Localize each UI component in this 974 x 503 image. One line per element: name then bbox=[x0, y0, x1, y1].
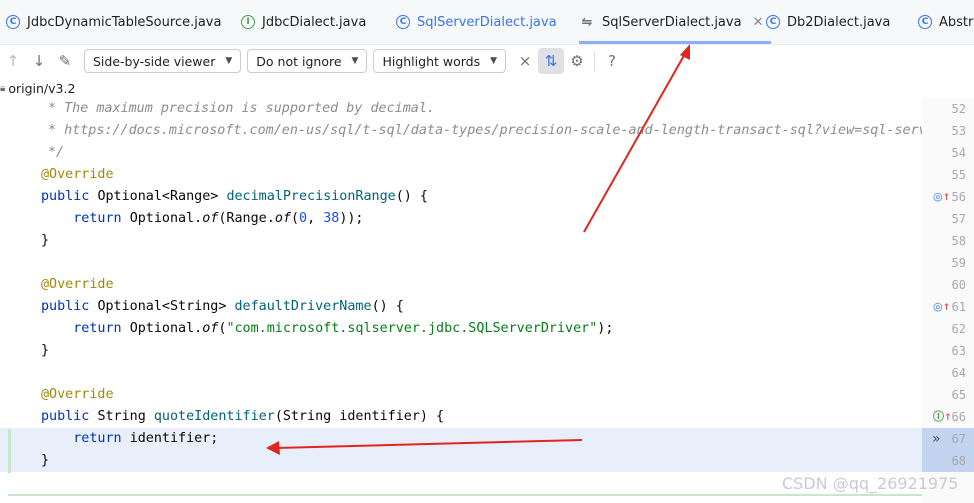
tab-jdbc-dynamic-table-source[interactable]: C JdbcDynamicTableSource.java bbox=[6, 0, 221, 44]
collapse-unchanged-icon[interactable]: ⨯ bbox=[512, 48, 538, 74]
code-line: } bbox=[41, 233, 50, 248]
line-number: 54 bbox=[951, 146, 966, 160]
line-number: 64 bbox=[951, 366, 966, 380]
tab-label: Db2Dialect.java bbox=[787, 14, 891, 30]
lock-icon: 🔒︎ bbox=[0, 82, 6, 94]
tab-sqlserver-dialect[interactable]: C SqlServerDialect.java bbox=[396, 0, 557, 44]
class-icon: C bbox=[918, 15, 932, 29]
line-number: 68 bbox=[951, 454, 966, 468]
code-line: } bbox=[41, 343, 50, 358]
editor-tab-bar: C JdbcDynamicTableSource.java I JdbcDial… bbox=[0, 0, 974, 45]
line-number: 57 bbox=[951, 212, 966, 226]
code-line: public String quoteIdentifier(String ide… bbox=[41, 409, 445, 424]
tab-label: Abstra bbox=[939, 14, 974, 30]
viewer-mode-dropdown[interactable]: Side-by-side viewer ▼ bbox=[84, 49, 242, 73]
help-icon[interactable]: ? bbox=[599, 48, 625, 74]
code-line: * The maximum precision is supported by … bbox=[48, 101, 435, 116]
close-icon[interactable]: ✕ bbox=[753, 15, 764, 30]
code-line: return Optional.of(Range.of(0, 38)); bbox=[73, 211, 364, 226]
class-icon: C bbox=[6, 15, 20, 29]
highlight-mode-label: Highlight words bbox=[382, 53, 481, 69]
line-number: 53 bbox=[951, 124, 966, 138]
code-line: return identifier; bbox=[73, 431, 219, 446]
highlight-mode-dropdown[interactable]: Highlight words ▼ bbox=[373, 49, 507, 73]
change-marker bbox=[8, 494, 968, 496]
line-number: 58 bbox=[951, 234, 966, 248]
chevron-down-icon: ▼ bbox=[351, 56, 359, 66]
whitespace-ignore-dropdown[interactable]: Do not ignore ▼ bbox=[247, 49, 368, 73]
settings-gear-icon[interactable]: ⚙ bbox=[564, 48, 590, 74]
branch-name: origin/v3.2 bbox=[8, 80, 76, 96]
edit-pencil-icon[interactable]: ✎ bbox=[52, 48, 78, 74]
diff-icon: ⇋ bbox=[581, 14, 593, 30]
tab-label: SqlServerDialect.java bbox=[602, 14, 742, 30]
code-line: return Optional.of("com.microsoft.sqlser… bbox=[73, 321, 614, 336]
branch-label: 🔒︎ origin/v3.2 bbox=[0, 79, 75, 97]
line-number: 63 bbox=[951, 344, 966, 358]
line-number: 65 bbox=[951, 388, 966, 402]
chevron-down-icon: ▼ bbox=[225, 56, 233, 66]
line-number: 67 bbox=[951, 432, 966, 446]
sync-scroll-icon[interactable]: ⇅ bbox=[538, 48, 565, 74]
code-line: * https://docs.microsoft.com/en-us/sql/t… bbox=[48, 123, 927, 138]
line-number: 62 bbox=[951, 322, 966, 336]
next-difference-icon[interactable]: ↓ bbox=[26, 48, 52, 74]
code-line: */ bbox=[48, 145, 65, 160]
diff-toolbar: ↑ ↓ ✎ Side-by-side viewer ▼ Do not ignor… bbox=[0, 45, 974, 77]
code-line: } bbox=[41, 453, 50, 468]
line-number: 52 bbox=[951, 102, 966, 116]
code-line: @Override bbox=[41, 167, 114, 182]
watermark: CSDN @qq_26921975 bbox=[782, 474, 959, 493]
tab-label: JdbcDynamicTableSource.java bbox=[27, 14, 222, 30]
tab-db2-dialect[interactable]: C Db2Dialect.java bbox=[766, 0, 890, 44]
toolbar-separator bbox=[594, 51, 596, 71]
interface-icon: I bbox=[241, 15, 255, 29]
code-line: @Override bbox=[41, 277, 114, 292]
line-number: 55 bbox=[951, 168, 966, 182]
tab-label: JdbcDialect.java bbox=[262, 14, 367, 30]
code-editor[interactable]: * The maximum precision is supported by … bbox=[0, 98, 974, 503]
class-icon: C bbox=[396, 15, 410, 29]
tab-label: SqlServerDialect.java bbox=[417, 14, 557, 30]
override-marker-icon[interactable]: ◎↑ bbox=[933, 296, 950, 318]
tab-sqlserver-dialect-diff[interactable]: ⇋ SqlServerDialect.java ✕ bbox=[579, 0, 772, 44]
chevron-down-icon: ▼ bbox=[490, 56, 498, 66]
override-marker-icon[interactable]: ◎↑ bbox=[933, 186, 950, 208]
code-line: public Optional<String> defaultDriverNam… bbox=[41, 299, 404, 314]
previous-difference-icon[interactable]: ↑ bbox=[0, 48, 26, 74]
apply-change-icon[interactable]: » bbox=[932, 428, 941, 450]
tab-abstract[interactable]: C Abstra bbox=[918, 0, 974, 44]
tab-jdbc-dialect[interactable]: I JdbcDialect.java bbox=[241, 0, 366, 44]
whitespace-ignore-label: Do not ignore bbox=[256, 53, 342, 69]
viewer-mode-label: Side-by-side viewer bbox=[93, 53, 216, 69]
implements-marker-icon[interactable]: Ⓘ↑ bbox=[933, 406, 952, 428]
code-line: @Override bbox=[41, 387, 114, 402]
code-line: public Optional<Range> decimalPrecisionR… bbox=[41, 189, 428, 204]
class-icon: C bbox=[766, 15, 780, 29]
line-number: 59 bbox=[951, 256, 966, 270]
line-number: 60 bbox=[951, 278, 966, 292]
